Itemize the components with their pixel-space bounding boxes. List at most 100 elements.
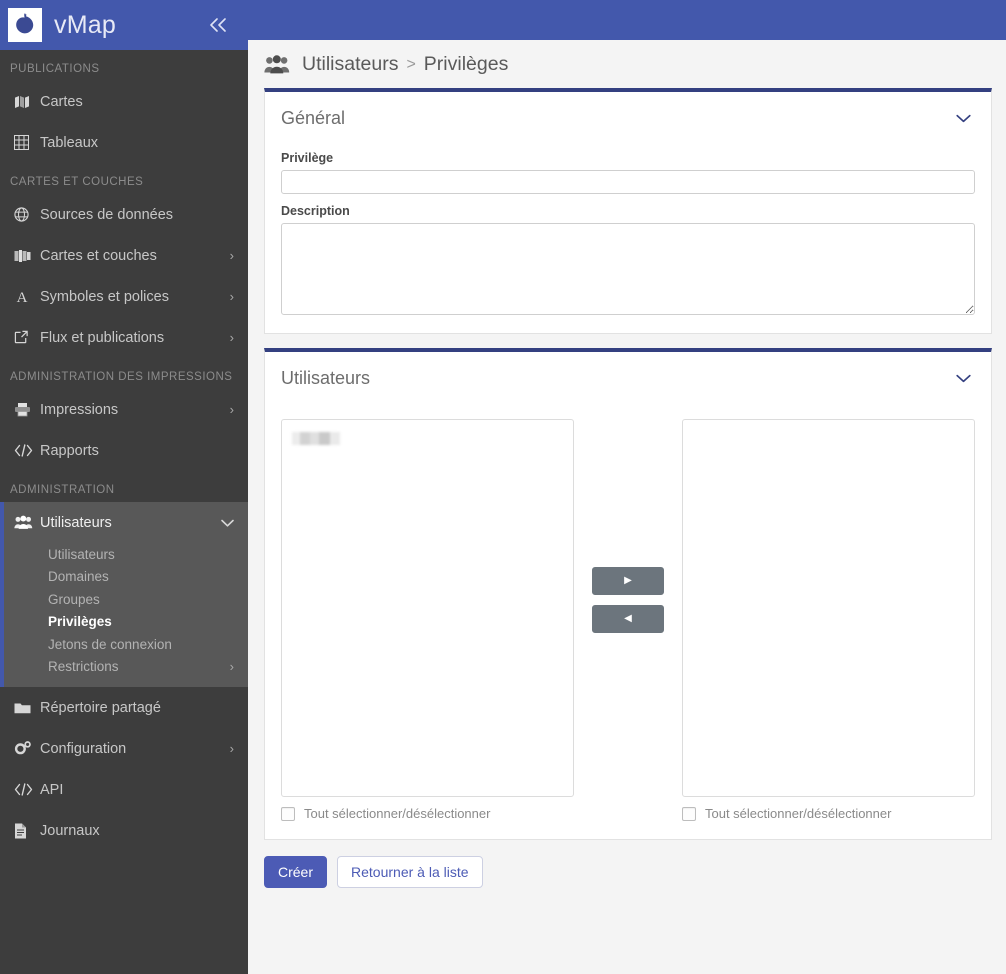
main-content: Utilisateurs > Privilèges Général Privil…	[248, 0, 1006, 974]
top-bar	[248, 0, 1006, 40]
available-users-column: Tout sélectionner/désélectionner	[281, 419, 574, 821]
sidebar-subitem-domaines[interactable]: Domaines	[4, 566, 248, 589]
table-icon	[14, 135, 40, 150]
breadcrumb-current: Privilèges	[423, 53, 509, 75]
sidebar-item-utilisateurs[interactable]: Utilisateurs	[4, 502, 248, 543]
sidebar-section-administration-impressions: ADMINISTRATION DES IMPRESSIONS	[10, 371, 233, 383]
general-panel: Général Privilège Description	[264, 88, 992, 334]
general-panel-header[interactable]: Général	[265, 92, 991, 137]
selected-select-all-label[interactable]: Tout sélectionner/désélectionner	[705, 806, 891, 821]
chevron-right-icon: ›	[229, 248, 234, 263]
sidebar-item-label: Configuration	[40, 740, 127, 757]
sidebar-item-label: Symboles et polices	[40, 288, 169, 305]
code-icon	[14, 783, 40, 796]
privilege-input[interactable]	[281, 170, 975, 194]
chevron-right-icon: ›	[229, 402, 234, 417]
sidebar-subitem-groupes[interactable]: Groupes	[4, 588, 248, 611]
sidebar-item-label: Rapports	[40, 442, 99, 459]
available-select-all-row: Tout sélectionner/désélectionner	[281, 797, 574, 821]
sidebar-item-label: Sources de données	[40, 206, 174, 223]
sidebar-item-label: Impressions	[40, 401, 119, 418]
sidebar-item-label: Utilisateurs	[40, 514, 112, 531]
brand-title: vMap	[54, 10, 116, 39]
folder-icon	[14, 701, 40, 715]
move-right-button[interactable]: ▶	[592, 567, 664, 595]
create-button[interactable]: Créer	[264, 856, 328, 889]
description-label: Description	[281, 204, 350, 218]
sidebar-item-api[interactable]: API	[0, 769, 248, 810]
selected-users-column: Tout sélectionner/désélectionner	[682, 419, 975, 821]
list-item[interactable]	[292, 432, 340, 445]
sidebar-subitem-label: Domaines	[48, 569, 109, 585]
sidebar-item-label: API	[40, 781, 64, 798]
chevron-right-icon: ›	[229, 289, 234, 304]
breadcrumb: Utilisateurs > Privilèges	[248, 40, 1006, 88]
map-icon	[14, 95, 40, 109]
sidebar-subnav: Utilisateurs Domaines Groupes Privilèges…	[4, 543, 248, 687]
application-root: vMap PUBLICATIONS Cartes Tableaux CARTES…	[0, 0, 1006, 974]
layers-icon	[14, 249, 40, 263]
sidebar-item-tableaux[interactable]: Tableaux	[0, 122, 248, 163]
users-panel-header[interactable]: Utilisateurs	[265, 352, 991, 397]
general-panel-body: Privilège Description	[265, 137, 991, 333]
sidebar-section-publications: PUBLICATIONS	[10, 63, 100, 75]
form-actions: Créer Retourner à la liste	[248, 840, 1006, 889]
users-panel-body: Tout sélectionner/désélectionner ▶ ◀ Tou…	[265, 397, 991, 839]
triangle-right-icon: ▶	[624, 575, 632, 586]
available-users-list[interactable]	[281, 419, 574, 797]
sidebar-subitem-label: Privilèges	[48, 614, 112, 630]
sidebar-section-cartes-et-couches: CARTES ET COUCHES	[10, 176, 144, 188]
sidebar-item-symboles-et-polices[interactable]: A Symboles et polices ›	[0, 276, 248, 317]
back-to-list-button[interactable]: Retourner à la liste	[337, 856, 483, 889]
sidebar-subitem-privileges[interactable]: Privilèges	[4, 611, 248, 634]
sidebar-item-impressions[interactable]: Impressions ›	[0, 389, 248, 430]
brand-header: vMap	[0, 0, 248, 50]
sidebar-item-configuration[interactable]: Configuration ›	[0, 728, 248, 769]
description-textarea[interactable]	[281, 223, 975, 315]
sidebar-subitem-restrictions[interactable]: Restrictions ›	[4, 656, 248, 679]
sidebar-subitem-jetons-de-connexion[interactable]: Jetons de connexion	[4, 633, 248, 656]
general-panel-title: Général	[281, 108, 346, 128]
chevron-right-icon: ›	[229, 330, 234, 345]
sidebar-subitem-label: Groupes	[48, 591, 100, 607]
sidebar-group-utilisateurs: Utilisateurs Utilisateurs Domaines Group…	[0, 502, 248, 687]
available-select-all-checkbox[interactable]	[281, 806, 295, 821]
sidebar-subitem-label: Jetons de connexion	[48, 636, 172, 652]
privilege-label: Privilège	[281, 151, 334, 165]
sidebar-item-label: Tableaux	[40, 134, 99, 151]
sidebar-item-cartes-et-couches[interactable]: Cartes et couches ›	[0, 235, 248, 276]
sidebar-subitem-label: Utilisateurs	[48, 546, 115, 562]
selected-users-list[interactable]	[682, 419, 975, 797]
available-select-all-label[interactable]: Tout sélectionner/désélectionner	[304, 806, 490, 821]
selected-select-all-checkbox[interactable]	[682, 806, 696, 821]
chevron-down-icon[interactable]	[956, 372, 971, 385]
sidebar-item-label: Répertoire partagé	[40, 699, 161, 716]
sidebar-item-sources-de-donnees[interactable]: Sources de données	[0, 194, 248, 235]
users-panel: Utilisateurs Tout sélectionner/désélecti…	[264, 348, 992, 840]
sidebar-item-flux-et-publications[interactable]: Flux et publications ›	[0, 317, 248, 358]
chevron-down-icon	[221, 516, 234, 529]
printer-icon	[14, 402, 40, 417]
transfer-buttons: ▶ ◀	[574, 419, 682, 633]
sidebar-item-label: Journaux	[40, 822, 100, 839]
sidebar-item-label: Cartes	[40, 93, 83, 110]
sidebar-item-label: Flux et publications	[40, 329, 165, 346]
breadcrumb-parent[interactable]: Utilisateurs	[302, 53, 398, 76]
users-panel-title: Utilisateurs	[281, 368, 371, 388]
breadcrumb-separator: >	[406, 55, 416, 73]
sidebar-item-rapports[interactable]: Rapports	[0, 430, 248, 471]
chevron-right-icon: ›	[229, 741, 234, 756]
sidebar-item-cartes[interactable]: Cartes	[0, 81, 248, 122]
sidebar-item-repertoire-partage[interactable]: Répertoire partagé	[0, 687, 248, 728]
move-left-button[interactable]: ◀	[592, 605, 664, 633]
chevron-down-icon[interactable]	[956, 112, 971, 125]
triangle-left-icon: ◀	[624, 613, 632, 624]
users-icon	[264, 55, 290, 74]
sidebar-item-label: Cartes et couches	[40, 247, 157, 264]
sidebar-item-journaux[interactable]: Journaux	[0, 810, 248, 851]
dual-list-selector: Tout sélectionner/désélectionner ▶ ◀ Tou…	[281, 401, 975, 821]
sidebar-collapse-button[interactable]	[204, 13, 234, 38]
gears-icon	[14, 741, 40, 756]
sidebar-subitem-utilisateurs[interactable]: Utilisateurs	[4, 543, 248, 566]
file-icon	[14, 823, 40, 839]
